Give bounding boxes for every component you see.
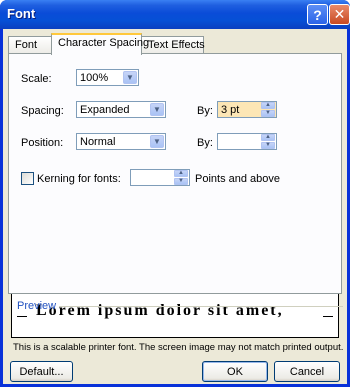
spacing-dropdown[interactable]: Expanded ▼	[76, 101, 166, 118]
tab-text-effects-label: Text Effects	[148, 39, 205, 51]
preview-divider	[59, 306, 343, 307]
tab-character-spacing[interactable]: Character Spacing	[51, 33, 149, 55]
spacing-by-label: By:	[197, 105, 213, 117]
chevron-down-icon[interactable]: ▼	[123, 71, 137, 84]
position-dropdown[interactable]: Normal ▼	[76, 133, 166, 150]
spin-down-icon[interactable]: ▼	[261, 110, 275, 117]
tab-font[interactable]: Font	[8, 36, 52, 54]
preview-heading: Preview	[17, 300, 57, 312]
tab-character-spacing-label: Character Spacing	[58, 37, 150, 49]
spin-up-icon[interactable]: ▲	[261, 134, 275, 141]
kerning-points-spinner[interactable]: ▲ ▼	[130, 169, 190, 186]
spacing-label: Spacing:	[21, 105, 64, 117]
spacing-by-value: 3 pt	[221, 104, 240, 116]
ok-button[interactable]: OK	[202, 361, 268, 382]
kerning-checkbox[interactable]	[21, 172, 34, 185]
help-button[interactable]: ?	[307, 4, 328, 25]
position-by-label: By:	[197, 137, 213, 149]
ok-button-label: OK	[227, 365, 243, 378]
position-label: Position:	[21, 137, 64, 149]
tab-text-effects[interactable]: Text Effects	[141, 36, 205, 54]
dialog-client-area: Font Character Spacing Text Effects Scal…	[3, 29, 347, 384]
close-icon: ✕	[333, 6, 346, 22]
character-spacing-panel: Scale: 100% ▼ Spacing: Expanded ▼ By: 3 …	[8, 53, 343, 312]
spacing-by-spinner[interactable]: 3 pt ▲ ▼	[217, 101, 277, 118]
baseline-marker-left	[17, 316, 27, 317]
spin-up-icon[interactable]: ▲	[174, 170, 188, 177]
help-icon: ?	[313, 6, 322, 23]
spacing-value: Expanded	[80, 104, 130, 116]
tab-font-label: Font	[15, 39, 38, 51]
cancel-button[interactable]: Cancel	[274, 361, 340, 382]
spin-down-icon[interactable]: ▼	[174, 178, 188, 185]
title-bar[interactable]: Font ? ✕	[0, 0, 350, 29]
font-dialog-window: Font ? ✕ Font Character Spacing Text Eff…	[0, 0, 350, 387]
preview-note: This is a scalable printer font. The scr…	[13, 342, 344, 353]
scale-dropdown[interactable]: 100% ▼	[76, 69, 139, 86]
cancel-button-label: Cancel	[289, 365, 325, 378]
kerning-suffix-label: Points and above	[195, 173, 281, 185]
default-button[interactable]: Default...	[10, 361, 73, 382]
spin-up-icon[interactable]: ▲	[261, 102, 275, 109]
chevron-down-icon[interactable]: ▼	[150, 103, 164, 116]
close-button[interactable]: ✕	[329, 4, 350, 25]
preview-sample-text: Lorem ipsum dolor sit amet,	[36, 302, 284, 319]
chevron-down-icon[interactable]: ▼	[150, 135, 164, 148]
default-button-label: Default...	[19, 365, 64, 378]
position-value: Normal	[80, 136, 116, 148]
spin-down-icon[interactable]: ▼	[261, 142, 275, 149]
position-by-spinner[interactable]: ▲ ▼	[217, 133, 277, 150]
scale-label: Scale:	[21, 73, 52, 85]
kerning-label[interactable]: Kerning for fonts:	[37, 173, 121, 185]
scale-value: 100%	[80, 72, 109, 84]
baseline-marker-right	[323, 316, 333, 317]
window-title: Font	[7, 6, 36, 21]
